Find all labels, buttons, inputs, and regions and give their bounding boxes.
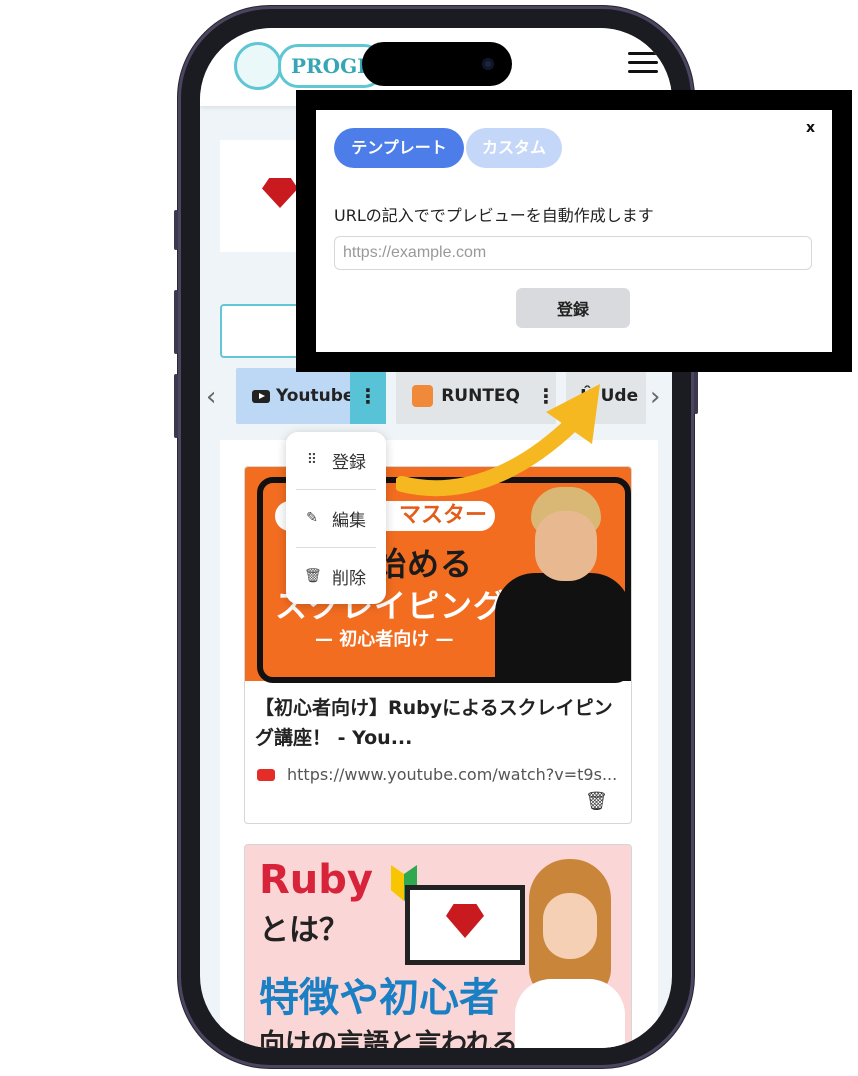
register-button[interactable]: 登録	[516, 288, 630, 328]
card-title[interactable]: 【初心者向け】Rubyによるスクレイピング講座！ - You...	[255, 693, 625, 753]
tab-youtube-label: Youtube	[276, 386, 355, 406]
card-url[interactable]: https://www.youtube.com/watch?v=t9s...	[257, 765, 627, 784]
thumb-line3: 向けの言語と言われる	[259, 1029, 518, 1048]
grid-icon: ⠿	[306, 452, 318, 468]
chevron-left-icon[interactable]: ‹	[206, 384, 216, 410]
menu-item-delete[interactable]: 🗑 削除	[286, 548, 386, 604]
phone-volume-up-button	[174, 290, 178, 354]
bookmark-card[interactable]: Ruby とは？ 特徴や初心者 向けの言語と言われる	[244, 844, 632, 1048]
thumb-line2: 特徴や初心者	[259, 975, 499, 1021]
annotation-arrow-icon	[396, 384, 600, 497]
thumb-sub: — 初心者向け —	[315, 629, 454, 650]
logo-mascot-icon	[234, 42, 282, 90]
trash-icon[interactable]: 🗑	[585, 791, 608, 812]
tab-custom[interactable]: カスタム	[466, 128, 562, 168]
add-bookmark-modal: x テンプレート カスタム URLの記入ででプレビューを自動作成します 登録	[296, 90, 852, 372]
url-field-label: URLの記入ででプレビューを自動作成します	[334, 206, 654, 225]
close-icon[interactable]: x	[806, 120, 815, 136]
modal-body: x テンプレート カスタム URLの記入ででプレビューを自動作成します 登録	[316, 110, 832, 352]
trash-icon: 🗑	[304, 568, 322, 584]
phone-volume-down-button	[174, 374, 178, 438]
chevron-right-icon[interactable]: ›	[650, 384, 660, 410]
thumb-title: Ruby	[259, 857, 373, 903]
card-url-text: https://www.youtube.com/watch?v=t9s...	[287, 765, 618, 784]
phone-action-button	[174, 210, 178, 250]
tab-dropdown-menu: ⠿ 登録 ✎ 編集 🗑 削除	[286, 432, 386, 604]
kebab-menu-icon[interactable]: ⋮	[350, 368, 386, 424]
url-input[interactable]	[334, 236, 812, 270]
monitor-icon	[405, 885, 525, 965]
tab-youtube[interactable]: Youtube ⋮	[236, 368, 386, 424]
menu-item-edit[interactable]: ✎ 編集	[286, 490, 386, 546]
dynamic-island	[362, 42, 512, 86]
menu-item-register[interactable]: ⠿ 登録	[286, 432, 386, 488]
hamburger-icon[interactable]	[628, 52, 658, 74]
tab-template[interactable]: テンプレート	[334, 128, 464, 168]
thumb-line1: とは？	[259, 913, 349, 948]
woman-illustration	[515, 859, 625, 1048]
youtube-icon	[257, 768, 275, 781]
pencil-icon: ✎	[306, 510, 318, 526]
youtube-icon	[252, 389, 270, 403]
